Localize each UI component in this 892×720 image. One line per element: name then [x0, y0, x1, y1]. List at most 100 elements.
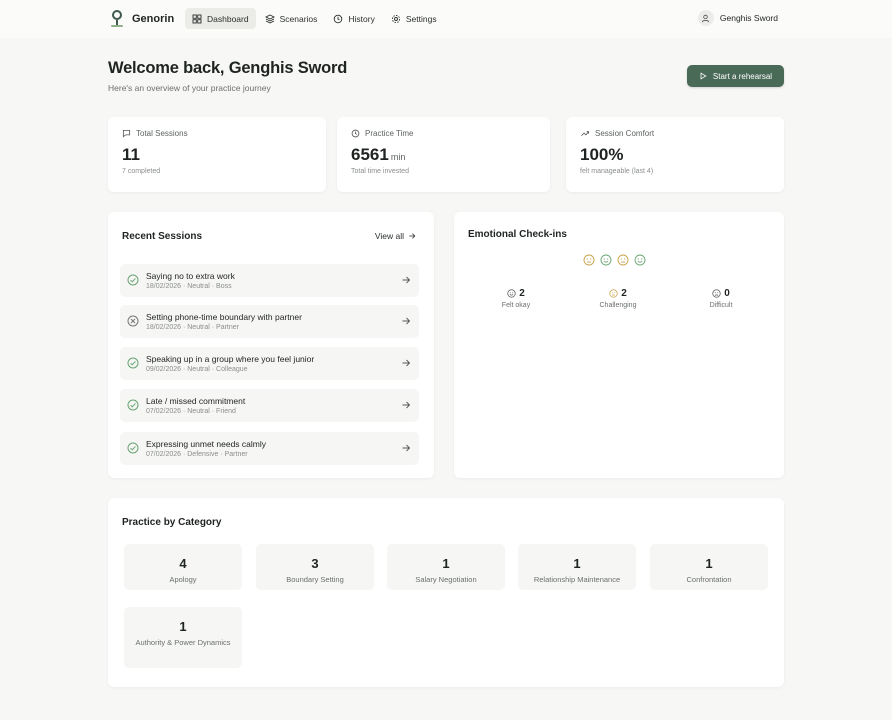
nav-dashboard[interactable]: Dashboard	[185, 8, 256, 29]
frown-face-icon	[712, 289, 721, 298]
chat-icon	[122, 129, 131, 138]
session-meta: 18/02/2026 · Neutral · Partner	[146, 324, 239, 331]
stat-footnote: 7 completed	[122, 168, 161, 175]
category-count: 1	[179, 619, 187, 634]
stat-value: 100%	[580, 145, 624, 164]
recent-sessions-panel: Recent Sessions View all Saying no to ex…	[108, 212, 434, 478]
clock-icon	[351, 129, 360, 138]
stat-card-sessions: Total Sessions 11 7 completed	[108, 117, 326, 192]
category-card[interactable]: 1 Salary Negotiation	[387, 544, 505, 590]
checkins-title: Emotional Check-ins	[468, 229, 567, 240]
session-title: Late / missed commitment	[146, 396, 246, 406]
stat-value: 11	[122, 145, 140, 164]
check-circle-icon	[127, 442, 139, 454]
category-card[interactable]: 1 Authority & Power Dynamics	[124, 607, 242, 668]
session-row[interactable]: Expressing unmet needs calmly 07/02/2026…	[120, 432, 419, 465]
arrow-right-icon	[402, 401, 411, 409]
check-circle-icon	[127, 274, 139, 286]
x-circle-icon	[127, 315, 139, 327]
checkin-felt-okay: 2 Felt okay	[476, 288, 556, 309]
check-circle-icon	[127, 357, 139, 369]
session-title: Speaking up in a group where you feel ju…	[146, 354, 315, 364]
checkin-faces	[583, 254, 646, 266]
page-title: Welcome back, Genghis Sword	[108, 59, 348, 77]
checkin-label: Difficult	[709, 302, 733, 309]
category-card[interactable]: 1 Confrontation	[650, 544, 768, 590]
gear-icon	[391, 14, 400, 23]
nav-history[interactable]: History	[326, 8, 381, 29]
checkin-count: 2	[621, 288, 627, 299]
arrow-right-icon	[402, 276, 411, 284]
session-meta: 07/02/2026 · Neutral · Friend	[146, 408, 236, 415]
category-label: Authority & Power Dynamics	[135, 638, 231, 647]
user-menu[interactable]: Genghis Sword	[697, 10, 778, 26]
stat-label: Practice Time	[365, 129, 414, 138]
category-count: 1	[442, 556, 450, 571]
top-navbar: Genorin Dashboard Scenarios History Sett…	[0, 0, 892, 38]
category-label: Relationship Maintenance	[533, 575, 621, 584]
checkin-label: Challenging	[599, 302, 637, 309]
category-label: Confrontation	[686, 575, 732, 584]
arrow-right-icon	[409, 233, 416, 239]
arrow-right-icon	[402, 444, 411, 452]
view-all-link[interactable]: View all	[375, 231, 416, 241]
logo-icon	[110, 9, 124, 29]
session-title: Saying no to extra work	[146, 271, 235, 281]
session-title: Expressing unmet needs calmly	[146, 439, 267, 449]
categories-panel: Practice by Category 4 Apology 3 Boundar…	[108, 498, 784, 687]
category-label: Boundary Setting	[286, 575, 344, 584]
stat-label: Total Sessions	[136, 129, 188, 138]
play-icon	[700, 72, 707, 80]
smile-face-icon	[507, 289, 516, 298]
user-icon	[702, 14, 710, 22]
checkin-difficult: 0 Difficult	[681, 288, 761, 309]
category-card[interactable]: 4 Apology	[124, 544, 242, 590]
grid-icon	[192, 14, 202, 23]
user-name: Genghis Sword	[719, 13, 778, 23]
smile-face-icon	[600, 254, 612, 266]
neutral-face-icon	[617, 254, 629, 266]
main-nav: Dashboard Scenarios History Settings	[185, 8, 444, 29]
nav-scenarios[interactable]: Scenarios	[258, 8, 325, 29]
stat-card-practice-time: Practice Time 6561 min Total time investe…	[337, 117, 550, 192]
category-label: Apology	[169, 575, 197, 584]
session-meta: 18/02/2026 · Neutral · Boss	[146, 283, 232, 290]
checkin-label: Felt okay	[501, 302, 531, 309]
category-card[interactable]: 1 Relationship Maintenance	[518, 544, 636, 590]
cta-label: Start a rehearsal	[712, 71, 773, 81]
category-count: 1	[573, 556, 581, 571]
session-meta: 07/02/2026 · Defensive · Partner	[146, 451, 248, 458]
category-card[interactable]: 3 Boundary Setting	[256, 544, 374, 590]
session-title: Setting phone-time boundary with partner	[146, 312, 302, 322]
neutral-face-icon	[583, 254, 595, 266]
avatar	[697, 10, 714, 26]
smile-face-icon	[634, 254, 646, 266]
check-circle-icon	[127, 399, 139, 411]
nav-label: History	[348, 13, 375, 24]
session-row[interactable]: Speaking up in a group where you feel ju…	[120, 347, 419, 380]
stat-unit: min	[390, 152, 406, 162]
session-row[interactable]: Late / missed commitment 07/02/2026 · Ne…	[120, 389, 419, 422]
category-count: 4	[179, 556, 187, 571]
session-row[interactable]: Setting phone-time boundary with partner…	[120, 305, 419, 338]
nav-label: Settings	[405, 13, 437, 24]
checkin-count: 2	[519, 288, 525, 299]
checkins-panel: Emotional Check-ins 2 Felt okay 2 Challe…	[454, 212, 784, 478]
category-count: 1	[705, 556, 713, 571]
stat-card-comfort: Session Comfort 100% felt manageable (la…	[566, 117, 784, 192]
session-row[interactable]: Saying no to extra work 18/02/2026 · Neu…	[120, 264, 419, 297]
nav-settings[interactable]: Settings	[384, 8, 444, 29]
nav-label: Dashboard	[207, 13, 249, 24]
history-icon	[334, 14, 343, 23]
trend-up-icon	[581, 131, 590, 137]
brand[interactable]: Genorin	[110, 9, 174, 29]
category-count: 3	[311, 556, 319, 571]
start-rehearsal-button[interactable]: Start a rehearsal	[687, 65, 784, 87]
neutral-face-icon	[609, 289, 618, 298]
view-all-label: View all	[374, 231, 404, 241]
arrow-right-icon	[402, 317, 411, 325]
recent-sessions-title: Recent Sessions	[122, 231, 203, 242]
brand-name: Genorin	[132, 13, 175, 25]
stat-value: 6561	[351, 145, 389, 164]
nav-label: Scenarios	[279, 13, 318, 24]
